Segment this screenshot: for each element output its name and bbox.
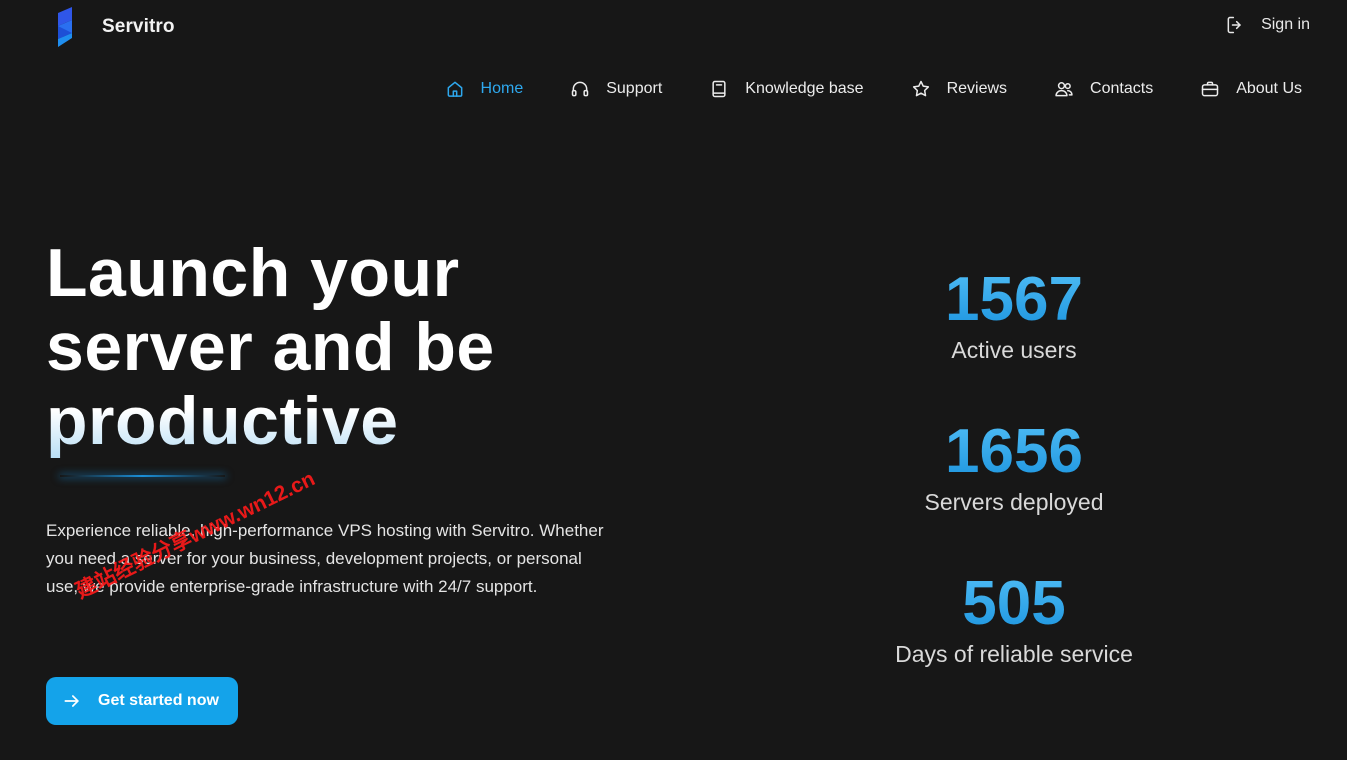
brand[interactable]: Servitro [56,7,175,47]
briefcase-icon [1201,81,1219,97]
arrow-right-icon [64,695,79,707]
stat-label: Servers deployed [924,489,1104,515]
hero-title-line: Launch your [46,235,460,311]
stats-panel: 1567 Active users 1656 Servers deployed … [834,262,1194,668]
stat-value: 505 [834,566,1194,642]
stat-days-of-service: 505 Days of reliable service [834,566,1194,668]
nav-item-knowledge-base[interactable]: Knowledge base [709,79,864,99]
stat-servers-deployed: 1656 Servers deployed [834,414,1194,516]
sign-in-icon [1227,16,1241,34]
nav-item-label: About Us [1236,80,1302,97]
hero-title-line: server and be [46,309,495,385]
nav-item-contacts[interactable]: Contacts [1054,79,1153,99]
nav-item-home[interactable]: Home [445,79,524,99]
nav-item-support[interactable]: Support [570,79,662,99]
nav-item-label: Support [606,80,663,97]
home-icon [447,81,462,97]
hero-title: Launch your server and be productive [46,236,606,458]
hero-underline-glow [60,475,225,477]
book-icon [712,80,726,98]
users-icon [1055,82,1073,97]
page: Servitro Sign in Home Support Knowledge … [0,0,1347,760]
stat-label: Days of reliable service [895,641,1133,667]
get-started-label: Get started now [98,692,219,709]
brand-name: Servitro [102,16,175,37]
get-started-button[interactable]: Get started now [46,677,238,725]
sign-in-label: Sign in [1261,16,1310,33]
nav-item-label: Knowledge base [745,80,864,97]
main-nav: Home Support Knowledge base Reviews Cont… [445,79,1302,99]
nav-item-about-us[interactable]: About Us [1200,79,1302,99]
stat-value: 1656 [834,414,1194,490]
nav-item-label: Contacts [1090,80,1154,97]
nav-item-label: Reviews [946,80,1008,97]
nav-item-reviews[interactable]: Reviews [911,79,1007,99]
stat-active-users: 1567 Active users [834,262,1194,364]
stat-label: Active users [951,337,1077,363]
stat-value: 1567 [834,262,1194,338]
hero-title-line: productive [46,383,399,459]
headphones-icon [571,81,589,97]
servitro-logo-icon [58,7,72,47]
nav-item-label: Home [480,80,524,97]
sign-in-link[interactable]: Sign in [1225,15,1310,35]
star-icon [912,80,929,97]
